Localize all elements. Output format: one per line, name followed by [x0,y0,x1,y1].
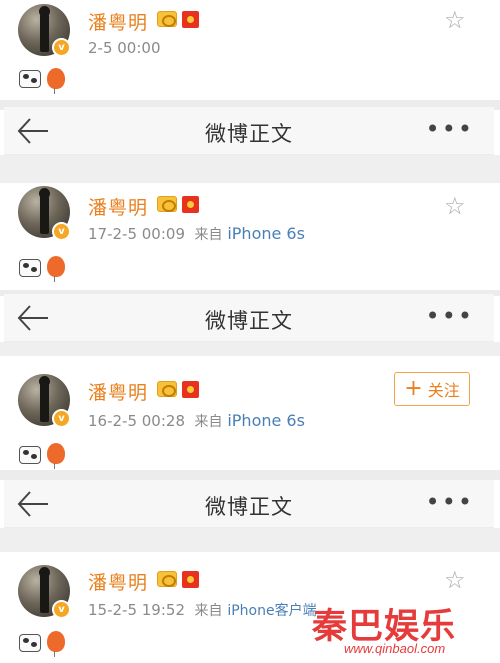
device-link[interactable]: iPhone客户端 [227,603,316,619]
user-name[interactable]: 潘粤明 [88,8,148,35]
red-envelope-icon [182,196,199,213]
source-label: 来自 [194,603,223,619]
verified-badge-icon: v [52,38,71,57]
cow-emoji-icon [19,70,41,88]
vip-crown-icon [157,196,177,212]
section-separator [0,470,500,480]
vip-crown-icon [157,11,177,27]
red-envelope-icon [182,11,199,28]
post-meta: 17-2-5 00:09 来自 iPhone 6s [88,224,305,244]
cow-emoji-icon [19,446,41,464]
vip-crown-icon [157,381,177,397]
star-icon[interactable]: ☆ [444,8,466,32]
more-options-icon[interactable]: ••• [426,302,474,330]
more-options-icon[interactable]: ••• [426,488,474,516]
follow-label: 关注 [427,381,460,400]
timestamp: 17-2-5 00:09 [88,225,185,243]
timestamp: 16-2-5 00:28 [88,412,185,430]
nav-bar: 微博正文 ••• [4,480,494,528]
star-icon[interactable]: ☆ [444,194,466,218]
source-label: 来自 [194,414,223,430]
vip-crown-icon [157,571,177,587]
nav-bar: 微博正文 ••• [4,294,494,342]
device-link[interactable]: iPhone 6s [227,411,305,430]
cow-emoji-icon [19,634,41,652]
verified-badge-icon: v [52,409,71,428]
nav-title: 微博正文 [205,309,293,333]
post-time: 2-5 00:00 [88,39,161,57]
red-envelope-icon [182,381,199,398]
plus-icon: + [404,376,423,401]
more-options-icon[interactable]: ••• [426,115,474,143]
nav-title: 微博正文 [205,495,293,519]
star-icon[interactable]: ☆ [444,568,466,592]
timestamp: 15-2-5 19:52 [88,601,185,619]
follow-button[interactable]: + 关注 [394,372,470,406]
user-name[interactable]: 潘粤明 [88,568,148,595]
balloon-emoji-icon [47,256,65,282]
balloon-emoji-icon [47,68,65,94]
section-separator [0,528,500,552]
balloon-emoji-icon [47,443,65,469]
verified-badge-icon: v [52,600,71,619]
source-label: 来自 [194,227,223,243]
watermark-logo: 秦巴娱乐 www.qinbaol.com [312,598,498,658]
weibo-post-1: v 潘粤明 2-5 00:00 ☆ [0,0,500,105]
balloon-emoji-icon [47,631,65,657]
red-envelope-icon [182,571,199,588]
verified-badge-icon: v [52,222,71,241]
timestamp: 2-5 00:00 [88,39,161,57]
post-meta: 16-2-5 00:28 来自 iPhone 6s [88,411,305,431]
section-separator [0,155,500,183]
nav-title: 微博正文 [205,122,293,146]
post-meta: 15-2-5 19:52 来自 iPhone客户端 [88,600,317,620]
user-name[interactable]: 潘粤明 [88,378,148,405]
nav-bar: 微博正文 ••• [4,107,494,155]
watermark-url: www.qinbaol.com [344,641,446,656]
section-separator [0,342,500,356]
user-name[interactable]: 潘粤明 [88,193,148,220]
cow-emoji-icon [19,259,41,277]
weibo-post-2: v 潘粤明 17-2-5 00:09 来自 iPhone 6s ☆ [0,183,500,291]
device-link[interactable]: iPhone 6s [227,224,305,243]
